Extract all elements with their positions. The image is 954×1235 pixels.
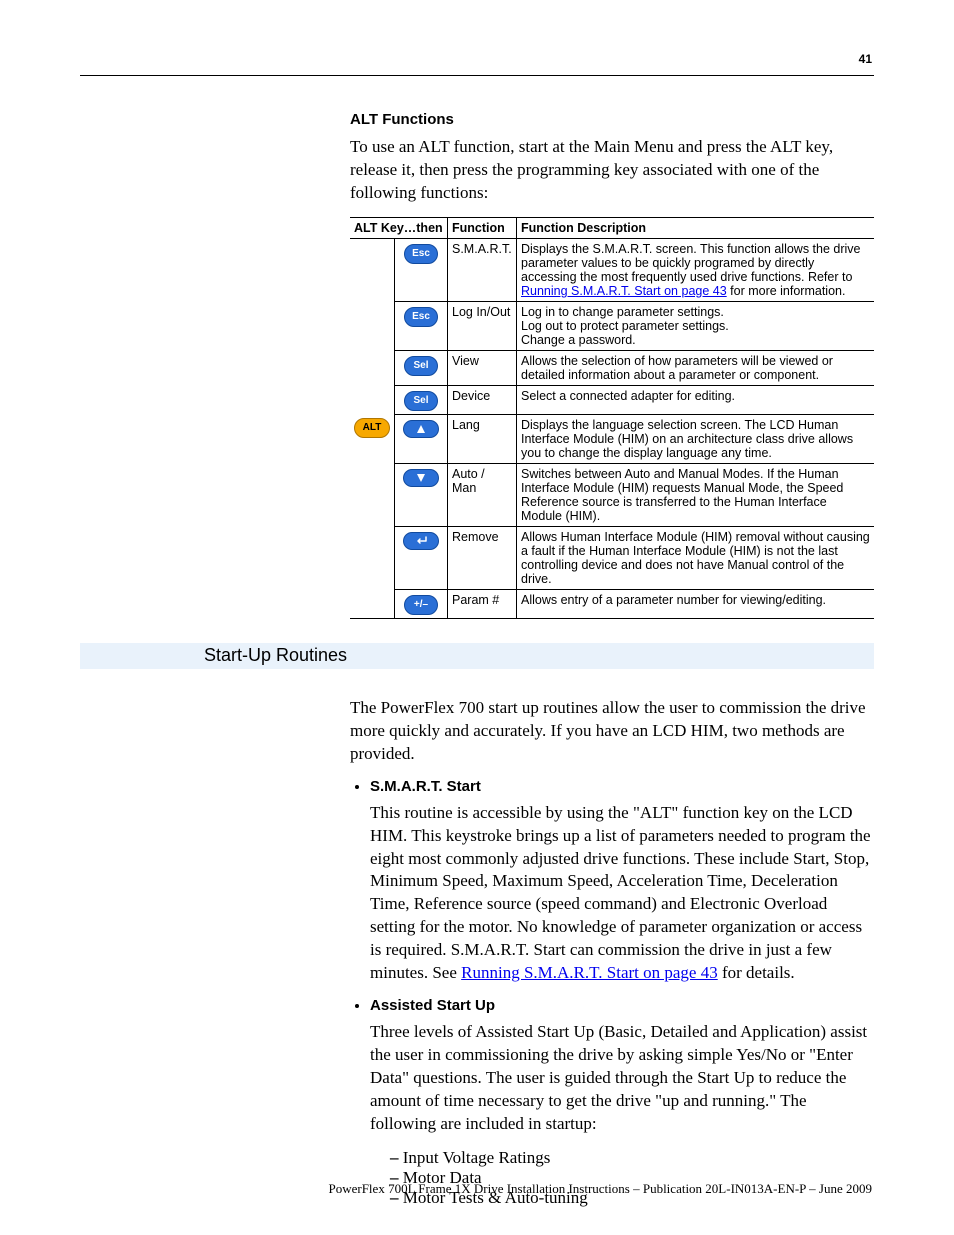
key-icon-cell: Sel <box>395 350 448 385</box>
key-icon-cell: Sel <box>395 385 448 414</box>
smart-body-post: for details. <box>718 963 795 982</box>
startup-heading: Start-Up Routines <box>80 645 347 666</box>
th-desc: Function Description <box>517 217 875 238</box>
smart-start-title: S.M.A.R.T. Start <box>370 778 481 795</box>
func-cell: View <box>448 350 517 385</box>
desc-cell: Allows entry of a parameter number for v… <box>517 589 875 618</box>
assisted-sublist: Input Voltage Ratings Motor Data Motor T… <box>370 1148 874 1208</box>
key-icon-cell <box>395 526 448 589</box>
alt-key-icon: ALT <box>354 418 390 438</box>
sel-key-icon: Sel <box>404 356 438 376</box>
down-arrow-key-icon <box>403 469 439 487</box>
list-item: Assisted Start Up Three levels of Assist… <box>370 997 874 1208</box>
smart-start-link[interactable]: Running S.M.A.R.T. Start on page 43 <box>521 284 727 298</box>
esc-key-icon: Esc <box>404 244 438 264</box>
desc-cell: Select a connected adapter for editing. <box>517 385 875 414</box>
smart-start-body: This routine is accessible by using the … <box>370 802 874 986</box>
assisted-startup-title: Assisted Start Up <box>370 997 495 1014</box>
key-icon-cell <box>395 463 448 526</box>
func-cell: Device <box>448 385 517 414</box>
sel-key-icon: Sel <box>404 391 438 411</box>
th-function: Function <box>448 217 517 238</box>
enter-key-icon <box>403 532 439 550</box>
plus-minus-key-icon: +/– <box>404 595 438 615</box>
func-cell: Log In/Out <box>448 301 517 350</box>
sublist-item: Input Voltage Ratings <box>390 1148 874 1168</box>
startup-methods-list: S.M.A.R.T. Start This routine is accessi… <box>350 778 874 1208</box>
top-rule <box>80 75 874 76</box>
func-cell: S.M.A.R.T. <box>448 238 517 301</box>
alt-functions-table: ALT Key…then Function Function Descripti… <box>350 217 874 619</box>
smart-start-link2[interactable]: Running S.M.A.R.T. Start on page 43 <box>461 963 718 982</box>
desc-cell: Allows Human Interface Module (HIM) remo… <box>517 526 875 589</box>
page-footer: PowerFlex 700L Frame 1X Drive Installati… <box>328 1181 872 1197</box>
key-icon-cell <box>395 414 448 463</box>
desc-cell: Switches between Auto and Manual Modes. … <box>517 463 875 526</box>
desc-cell: Displays the language selection screen. … <box>517 414 875 463</box>
key-icon-cell: +/– <box>395 589 448 618</box>
alt-functions-intro: To use an ALT function, start at the Mai… <box>350 136 874 205</box>
smart-body-pre: This routine is accessible by using the … <box>370 803 871 983</box>
list-item: S.M.A.R.T. Start This routine is accessi… <box>370 778 874 986</box>
alt-key-cell: ALT <box>350 238 395 618</box>
section-band: Start-Up Routines <box>80 643 874 669</box>
sublist-text: Input Voltage Ratings <box>403 1148 551 1167</box>
desc-cell: Log in to change parameter settings. Log… <box>517 301 875 350</box>
desc-text-post: for more information. <box>727 284 846 298</box>
page-number: 41 <box>859 52 872 66</box>
func-cell: Param # <box>448 589 517 618</box>
desc-text-pre: Displays the S.M.A.R.T. screen. This fun… <box>521 242 861 284</box>
desc-cell: Displays the S.M.A.R.T. screen. This fun… <box>517 238 875 301</box>
esc-key-icon: Esc <box>404 307 438 327</box>
func-cell: Auto / Man <box>448 463 517 526</box>
func-cell: Lang <box>448 414 517 463</box>
th-altkey: ALT Key…then <box>350 217 448 238</box>
startup-intro: The PowerFlex 700 start up routines allo… <box>350 697 874 766</box>
alt-functions-heading: ALT Functions <box>350 111 874 128</box>
desc-cell: Allows the selection of how parameters w… <box>517 350 875 385</box>
assisted-startup-body: Three levels of Assisted Start Up (Basic… <box>370 1021 874 1136</box>
func-cell: Remove <box>448 526 517 589</box>
up-arrow-key-icon <box>403 420 439 438</box>
key-icon-cell: Esc <box>395 301 448 350</box>
key-icon-cell: Esc <box>395 238 448 301</box>
